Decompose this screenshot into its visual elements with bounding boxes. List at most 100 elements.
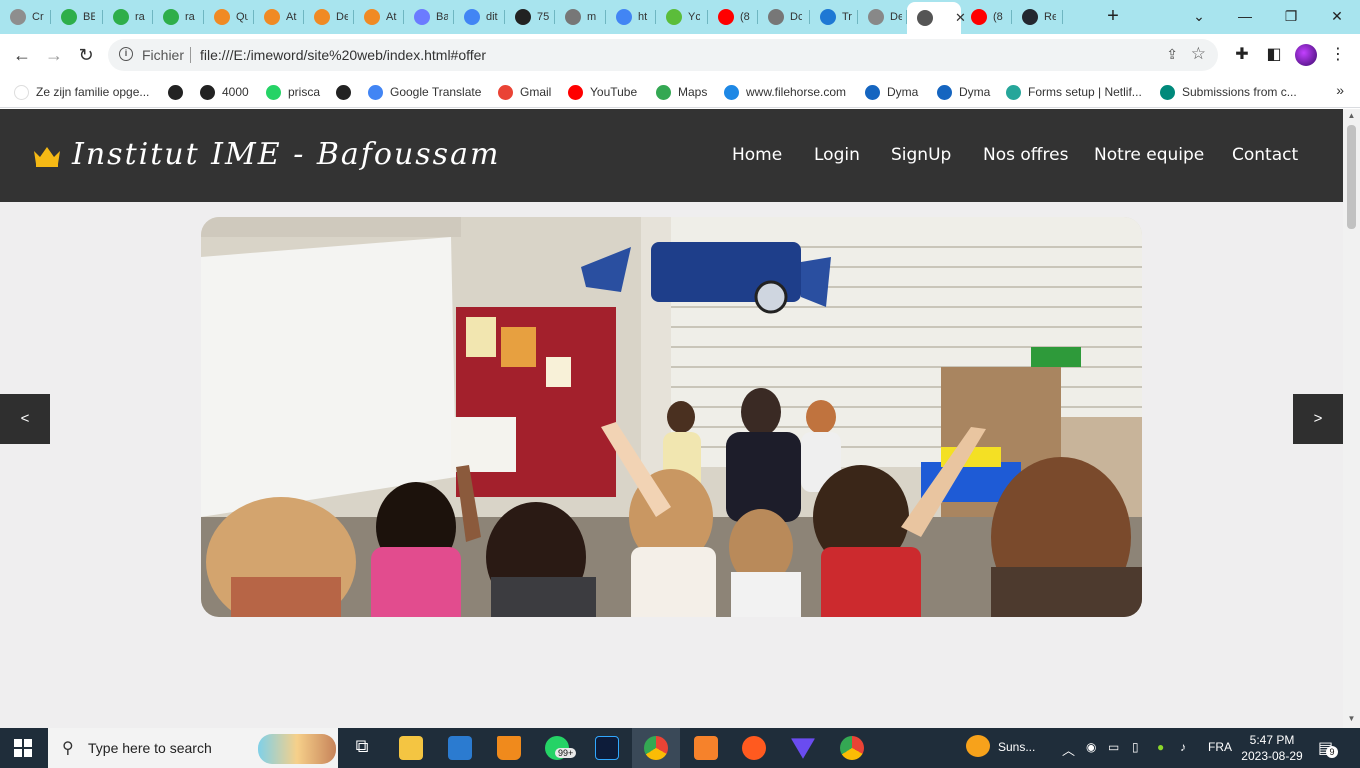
scroll-thumb[interactable] — [1347, 125, 1356, 229]
new-tab-button[interactable]: + — [1102, 5, 1124, 27]
reload-icon[interactable]: ↻ — [74, 43, 98, 67]
browser-tab[interactable]: Re — [1012, 4, 1063, 30]
address-bar[interactable]: i Fichier file:///E:/imeword/site%20web/… — [108, 39, 1218, 71]
browser-tab[interactable]: Dc — [758, 4, 810, 30]
bookmark-item[interactable]: Submissions from c... — [1160, 82, 1297, 102]
site-info-icon[interactable]: i — [119, 47, 133, 61]
bookmark-item[interactable]: YouTube — [568, 82, 637, 102]
browser-tab[interactable]: Cr — [0, 4, 51, 30]
vlc-icon[interactable] — [497, 736, 521, 760]
tray-network-icon[interactable]: ▭ — [1108, 740, 1119, 754]
proton-vpn-icon[interactable] — [791, 738, 815, 759]
tray-meet-icon[interactable]: ◉ — [1086, 740, 1096, 754]
tab-favicon-icon — [820, 9, 836, 25]
bookmark-item[interactable] — [168, 82, 183, 102]
browser-tab[interactable]: 75 — [505, 4, 555, 30]
close-window-button[interactable]: ✕ — [1314, 4, 1360, 28]
tab-title: ra — [135, 11, 145, 23]
tab-title: Cr — [32, 11, 44, 23]
tray-chevron-up-icon[interactable]: ︿ — [1062, 740, 1075, 759]
vscode-icon[interactable] — [448, 736, 472, 760]
nav-offers[interactable]: Nos offres — [983, 145, 1068, 165]
nav-home[interactable]: Home — [732, 145, 782, 165]
slider-next-button[interactable]: > — [1293, 394, 1343, 444]
nav-login[interactable]: Login — [814, 145, 860, 165]
windows-start-icon[interactable] — [14, 739, 32, 757]
bookmark-item[interactable]: Google Translate — [368, 82, 481, 102]
browser-tab[interactable]: De — [304, 4, 354, 30]
nav-contact[interactable]: Contact — [1232, 145, 1298, 165]
share-icon[interactable]: ⇪ — [1166, 46, 1178, 63]
bookmark-star-icon[interactable]: ☆ — [1191, 44, 1206, 64]
weather-sun-icon[interactable] — [966, 735, 990, 757]
page-scrollbar[interactable]: ▲ ▼ — [1343, 109, 1360, 728]
bookmark-label: prisca — [288, 85, 321, 99]
browser-tab[interactable]: ra — [103, 4, 153, 30]
tray-app-icon[interactable]: ● — [1157, 740, 1164, 754]
bookmark-item[interactable]: Dyma — [937, 82, 990, 102]
browser-tab[interactable]: ra — [153, 4, 204, 30]
bookmark-item[interactable]: Ze zijn familie opge... — [14, 82, 149, 102]
browser-tab[interactable]: At — [354, 4, 404, 30]
whatsapp-icon[interactable]: 99+ — [545, 736, 577, 760]
bookmark-item[interactable] — [336, 82, 351, 102]
back-arrow-icon[interactable]: ← — [10, 43, 34, 67]
extensions-puzzle-icon[interactable]: ✚ — [1230, 43, 1254, 67]
notification-center-icon[interactable]: ▤9 — [1318, 738, 1338, 758]
tab-favicon-icon — [971, 9, 987, 25]
language-indicator[interactable]: FRA — [1208, 740, 1232, 754]
bookmark-item[interactable]: Dyma — [865, 82, 918, 102]
browser-tab[interactable]: ht — [606, 4, 656, 30]
bookmark-label: Forms setup | Netlif... — [1028, 85, 1142, 99]
task-view-icon[interactable]: ⧉ — [350, 736, 374, 760]
weather-text[interactable]: Suns... — [998, 740, 1035, 754]
tab-favicon-icon — [314, 9, 330, 25]
bookmarks-overflow-icon[interactable]: » — [1336, 82, 1344, 98]
tab-search-chevron-icon[interactable]: ⌄ — [1176, 4, 1222, 28]
side-panel-icon[interactable]: ◧ — [1262, 43, 1286, 67]
bookmark-item[interactable]: www.filehorse.com — [724, 82, 846, 102]
bookmark-item[interactable]: Gmail — [498, 82, 551, 102]
browser-tab[interactable]: Ba — [404, 4, 454, 30]
browser-tab[interactable]: BE — [51, 4, 103, 30]
tab-active[interactable]: De✕ — [907, 2, 966, 34]
bookmark-item[interactable]: 4000 — [200, 82, 249, 102]
scroll-up-arrow-icon[interactable]: ▲ — [1347, 111, 1356, 121]
browser-tab[interactable]: Yc — [656, 4, 708, 30]
forward-arrow-icon[interactable]: → — [42, 43, 66, 67]
bookmark-item[interactable]: Maps — [656, 82, 707, 102]
bookmark-item[interactable]: Forms setup | Netlif... — [1006, 82, 1142, 102]
browser-tab[interactable]: m — [555, 4, 606, 30]
taskbar-search[interactable]: ⚲ Type here to search — [48, 728, 338, 768]
chrome-icon[interactable] — [644, 736, 668, 760]
maximize-button[interactable]: ❐ — [1268, 4, 1314, 28]
taskbar-clock[interactable]: 5:47 PM 2023-08-29 — [1238, 732, 1306, 764]
scroll-down-arrow-icon[interactable]: ▼ — [1347, 714, 1356, 724]
browser-tab[interactable]: Qu — [204, 4, 254, 30]
browser-tab[interactable]: At — [254, 4, 304, 30]
profile-avatar[interactable] — [1295, 44, 1317, 66]
nav-team[interactable]: Notre equipe — [1094, 145, 1204, 165]
pdf-app-icon[interactable] — [694, 736, 718, 760]
photoshop-icon[interactable] — [595, 736, 619, 760]
menu-kebab-icon[interactable]: ⋮ — [1326, 43, 1350, 67]
browser-tab[interactable]: (8 — [708, 4, 758, 30]
bookmark-item[interactable]: prisca — [266, 82, 320, 102]
browser-tab[interactable]: De — [858, 4, 907, 30]
bookmark-favicon-icon — [14, 84, 29, 100]
nav-signup[interactable]: SignUp — [891, 145, 951, 165]
postman-icon[interactable] — [742, 736, 766, 760]
site-brand[interactable]: Institut IME - Bafoussam — [72, 137, 500, 172]
browser-tab[interactable]: (8 — [961, 4, 1012, 30]
url-text[interactable]: file:///E:/imeword/site%20web/index.html… — [200, 47, 486, 63]
chrome-profile-icon[interactable] — [840, 736, 864, 760]
search-placeholder: Type here to search — [88, 740, 212, 756]
slider-prev-button[interactable]: < — [0, 394, 50, 444]
tab-favicon-icon — [414, 9, 430, 25]
file-explorer-icon[interactable] — [399, 736, 423, 760]
minimize-button[interactable]: — — [1222, 4, 1268, 28]
tray-battery-icon[interactable]: ▯ — [1132, 740, 1139, 754]
browser-tab[interactable]: dit — [454, 4, 505, 30]
tray-volume-icon[interactable]: ♪ — [1180, 740, 1186, 754]
browser-tab[interactable]: Tr — [810, 4, 858, 30]
